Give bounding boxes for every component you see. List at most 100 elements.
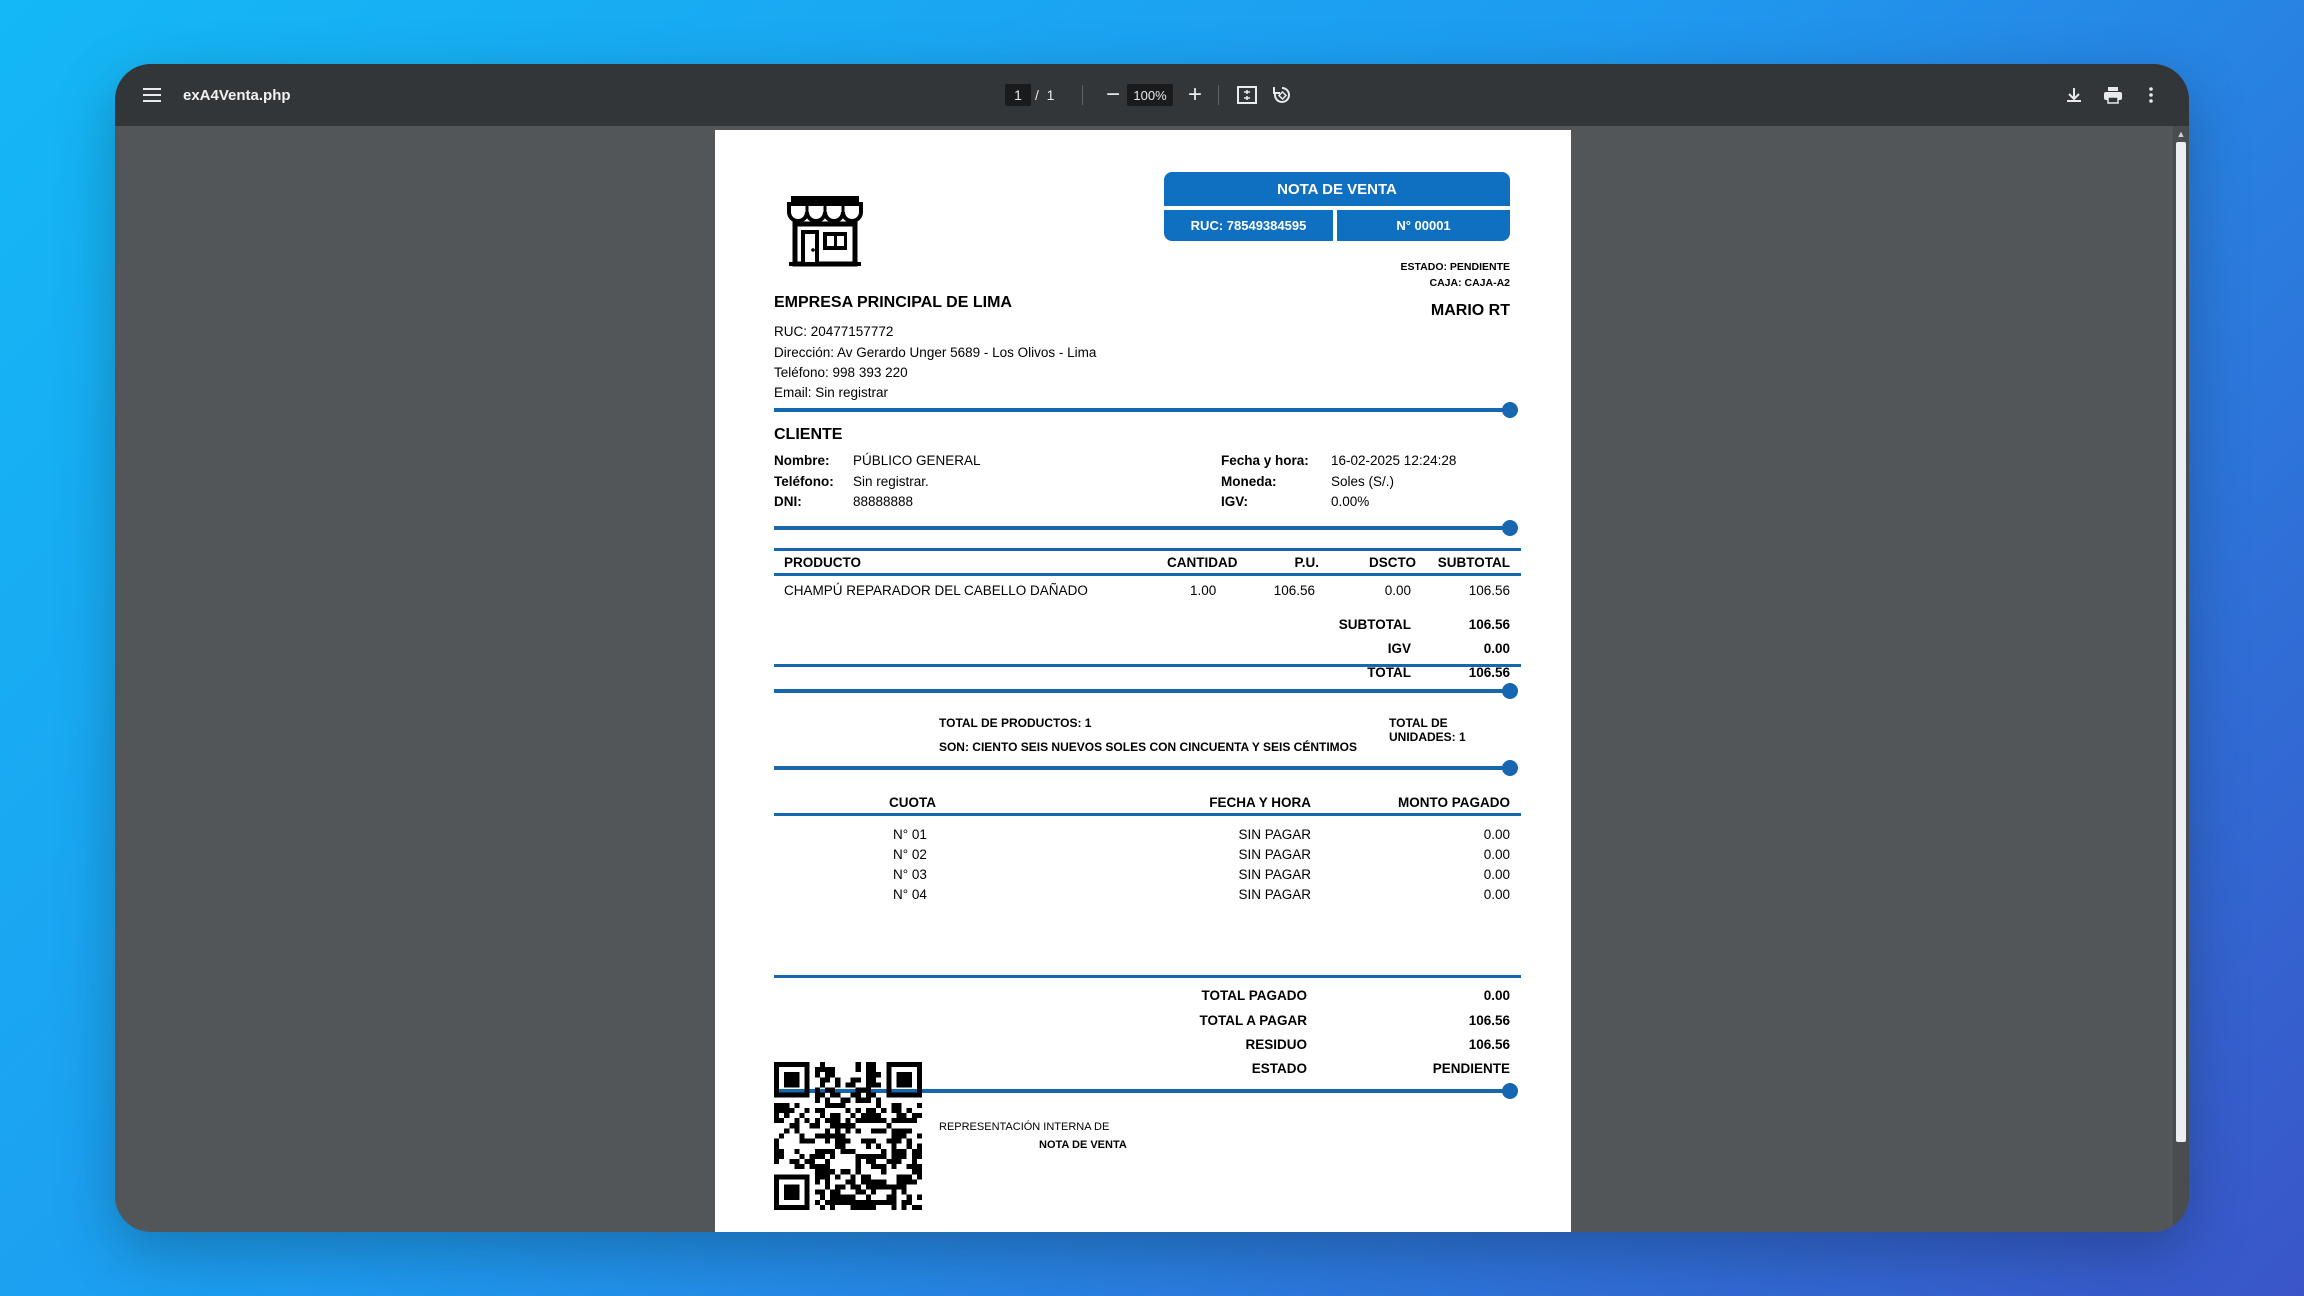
residue-value: 106.56 xyxy=(1468,1037,1510,1052)
cash-register: CAJA: CAJA-A2 xyxy=(1429,277,1510,289)
print-icon[interactable] xyxy=(2099,81,2127,109)
footer-document-type: NOTA DE VENTA xyxy=(1039,1139,1127,1151)
total-to-pay-label: TOTAL A PAGAR xyxy=(1199,1013,1308,1028)
toolbar-divider xyxy=(1082,85,1083,105)
currency-value: Soles (S/.) xyxy=(1331,474,1395,489)
installment-amount-cell: 0.00 xyxy=(1483,847,1510,862)
pdf-page: NOTA DE VENTA RUC: 78549384595 N° 00001 … xyxy=(715,130,1571,1232)
page-total: 1 xyxy=(1046,87,1055,103)
installment-amount-cell: 0.00 xyxy=(1483,827,1510,842)
page-count: / 1 xyxy=(1035,84,1054,106)
download-icon[interactable] xyxy=(2060,81,2088,109)
zoom-out-button[interactable]: − xyxy=(1099,81,1127,109)
product-subtotal-cell: 106.56 xyxy=(1468,583,1510,598)
client-dni: 88888888 xyxy=(853,494,914,509)
document-type-header: NOTA DE VENTA xyxy=(1164,172,1510,206)
page-separator: / xyxy=(1035,87,1039,103)
products-header-subtotal: SUBTOTAL xyxy=(1437,555,1510,570)
client-name: PÚBLICO GENERAL xyxy=(853,453,981,468)
section-divider xyxy=(774,689,1510,693)
client-heading: CLIENTE xyxy=(774,426,843,443)
client-dni-label: DNI: xyxy=(774,494,802,509)
installment-date-cell: SIN PAGAR xyxy=(1238,827,1311,842)
scroll-up-arrow-icon[interactable]: ▲ xyxy=(2176,130,2186,139)
client-name-label: Nombre: xyxy=(774,453,830,468)
table-header-border xyxy=(774,573,1521,576)
company-email: Email: Sin registrar xyxy=(774,385,889,400)
payment-status-value: PENDIENTE xyxy=(1432,1061,1510,1076)
installment-date-cell: SIN PAGAR xyxy=(1238,847,1311,862)
qr-code-icon xyxy=(774,1062,922,1210)
divider-dot xyxy=(1502,1083,1518,1099)
divider-dot xyxy=(1502,683,1518,699)
store-logo-icon xyxy=(785,190,865,270)
date-label: Fecha y hora: xyxy=(1221,453,1309,468)
installment-quota-cell: N° 03 xyxy=(893,867,927,882)
product-name-cell: CHAMPÚ REPARADOR DEL CABELLO DAÑADO xyxy=(784,583,1088,598)
section-divider xyxy=(774,408,1510,412)
product-quantity-cell: 1.00 xyxy=(1190,583,1217,598)
section-divider xyxy=(774,526,1510,530)
subtotal-value: 106.56 xyxy=(1468,617,1510,632)
igv-value: 0.00% xyxy=(1331,494,1370,509)
installment-quota-cell: N° 02 xyxy=(893,847,927,862)
installment-quota-cell: N° 04 xyxy=(893,887,927,902)
seller-name: MARIO RT xyxy=(1430,302,1510,319)
total-label: TOTAL xyxy=(1367,665,1411,680)
installment-quota-cell: N° 01 xyxy=(893,827,927,842)
total-to-pay-value: 106.56 xyxy=(1468,1013,1510,1028)
residue-label: RESIDUO xyxy=(1245,1037,1307,1052)
section-divider xyxy=(774,766,1510,770)
installment-date-cell: SIN PAGAR xyxy=(1238,887,1311,902)
pdf-toolbar: exA4Venta.php 1 / 1 − 100% + xyxy=(115,64,2189,126)
footer-internal-representation: REPRESENTACIÓN INTERNA DE xyxy=(939,1121,1110,1133)
page-number-input[interactable]: 1 xyxy=(1005,84,1031,106)
total-value: 106.56 xyxy=(1468,665,1510,680)
client-phone-label: Teléfono: xyxy=(774,474,834,489)
company-name: EMPRESA PRINCIPAL DE LIMA xyxy=(774,294,1012,311)
amount-in-words: SON: CIENTO SEIS NUEVOS SOLES CON CINCUE… xyxy=(938,740,1358,754)
pdf-viewer-window: exA4Venta.php 1 / 1 − 100% + ▲ NOTA DE V… xyxy=(115,64,2189,1232)
installment-date-cell: SIN PAGAR xyxy=(1238,867,1311,882)
subtotal-label: SUBTOTAL xyxy=(1338,617,1411,632)
fit-page-icon[interactable] xyxy=(1233,81,1261,109)
installment-amount-cell: 0.00 xyxy=(1483,867,1510,882)
divider-dot xyxy=(1502,520,1518,536)
total-paid-value: 0.00 xyxy=(1483,988,1510,1003)
company-ruc: RUC: 20477157772 xyxy=(774,324,894,339)
scrollbar-thumb[interactable] xyxy=(2176,142,2186,1142)
installment-header-amount: MONTO PAGADO xyxy=(1397,795,1510,810)
installment-amount-cell: 0.00 xyxy=(1483,887,1510,902)
client-phone: Sin registrar. xyxy=(853,474,929,489)
total-paid-label: TOTAL PAGADO xyxy=(1201,988,1307,1003)
company-address: Dirección: Av Gerardo Unger 5689 - Los O… xyxy=(774,345,1097,360)
vertical-scrollbar[interactable]: ▲ xyxy=(2173,126,2189,1232)
document-number-box: N° 00001 xyxy=(1337,210,1510,241)
zoom-level-input[interactable]: 100% xyxy=(1127,84,1173,106)
divider-dot xyxy=(1502,760,1518,776)
igv-label: IGV: xyxy=(1221,494,1249,509)
issuer-ruc-box: RUC: 78549384595 xyxy=(1164,210,1333,241)
igv-total-value: 0.00 xyxy=(1483,641,1510,656)
products-header-unit-price: P.U. xyxy=(1294,555,1319,570)
installment-header-date: FECHA Y HORA xyxy=(1209,795,1311,810)
product-discount-cell: 0.00 xyxy=(1384,583,1411,598)
products-header-discount: DSCTO xyxy=(1368,555,1416,570)
document-status: ESTADO: PENDIENTE xyxy=(1400,261,1510,273)
installments-header-border xyxy=(774,813,1521,816)
igv-total-label: IGV xyxy=(1387,641,1411,656)
menu-icon[interactable] xyxy=(139,82,165,108)
installment-header-quota: CUOTA xyxy=(889,795,936,810)
zoom-in-button[interactable]: + xyxy=(1181,81,1209,109)
divider-dot xyxy=(1502,402,1518,418)
rotate-icon[interactable] xyxy=(1268,81,1296,109)
toolbar-divider xyxy=(1218,85,1219,105)
currency-label: Moneda: xyxy=(1221,474,1277,489)
date-value: 16-02-2025 12:24:28 xyxy=(1331,453,1457,468)
more-options-icon[interactable] xyxy=(2139,81,2163,109)
document-title: exA4Venta.php xyxy=(183,86,291,104)
payment-status-label: ESTADO xyxy=(1251,1061,1307,1076)
products-header-quantity: CANTIDAD xyxy=(1167,555,1238,570)
total-products: TOTAL DE PRODUCTOS: 1 xyxy=(939,716,1092,730)
installments-bottom-border xyxy=(774,975,1521,978)
